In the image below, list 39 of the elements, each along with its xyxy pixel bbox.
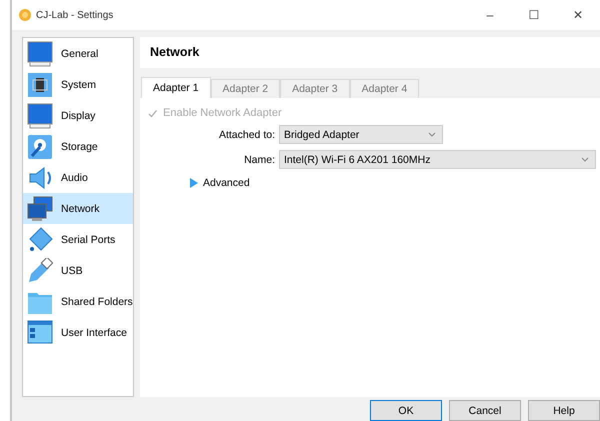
minimize-button[interactable]: –: [468, 0, 512, 30]
window-title: CJ-Lab - Settings: [36, 10, 114, 20]
sidebar-item[interactable]: USB: [23, 255, 133, 286]
sidebar-item[interactable]: Shared Folders: [23, 286, 133, 317]
serial-port-icon: [27, 226, 53, 252]
chip-icon: [27, 72, 53, 98]
caret-icon: [581, 157, 589, 162]
adapter-tab[interactable]: Adapter 2: [210, 79, 280, 98]
dialog-button[interactable]: Help: [528, 400, 600, 421]
sidebar-item[interactable]: Serial Ports: [23, 224, 133, 255]
network-icon: [27, 196, 53, 222]
sidebar-item[interactable]: System: [23, 69, 133, 100]
checkbox-label: Enable Network Adapter: [163, 107, 282, 119]
dropdown[interactable]: Bridged Adapter: [279, 125, 443, 144]
sidebar-item[interactable]: General: [23, 38, 133, 69]
page-title: Network: [140, 37, 600, 68]
maximize-button[interactable]: ☐: [512, 0, 556, 30]
adapter-tab[interactable]: Adapter 3: [280, 79, 350, 98]
caret-icon: [428, 132, 436, 137]
dropdown[interactable]: Intel(R) Wi-Fi 6 AX201 160MHz: [279, 150, 596, 169]
usb-icon: [27, 258, 53, 284]
advanced-toggle[interactable]: Advanced: [189, 177, 600, 189]
sidebar-item[interactable]: Audio: [23, 162, 133, 193]
adapter-tab[interactable]: Adapter 4: [350, 79, 420, 98]
dialog-button[interactable]: OK: [370, 400, 442, 421]
window-layout-icon: [27, 320, 53, 346]
sidebar-item[interactable]: Storage: [23, 131, 133, 162]
monitor-icon: [27, 102, 53, 128]
adapter-tab[interactable]: Adapter 1: [141, 77, 211, 98]
field-label: Attached to:: [218, 128, 276, 140]
speaker-icon: [27, 164, 53, 190]
sidebar-item[interactable]: User Interface: [23, 317, 133, 348]
monitor-icon: [27, 40, 53, 66]
sidebar-item[interactable]: Network: [23, 193, 133, 224]
field-label: Name:: [243, 154, 276, 166]
close-button[interactable]: ✕: [556, 0, 600, 30]
triangle-icon: [189, 178, 198, 188]
sidebar-item[interactable]: Display: [23, 100, 133, 131]
dialog-button[interactable]: Cancel: [449, 400, 521, 421]
